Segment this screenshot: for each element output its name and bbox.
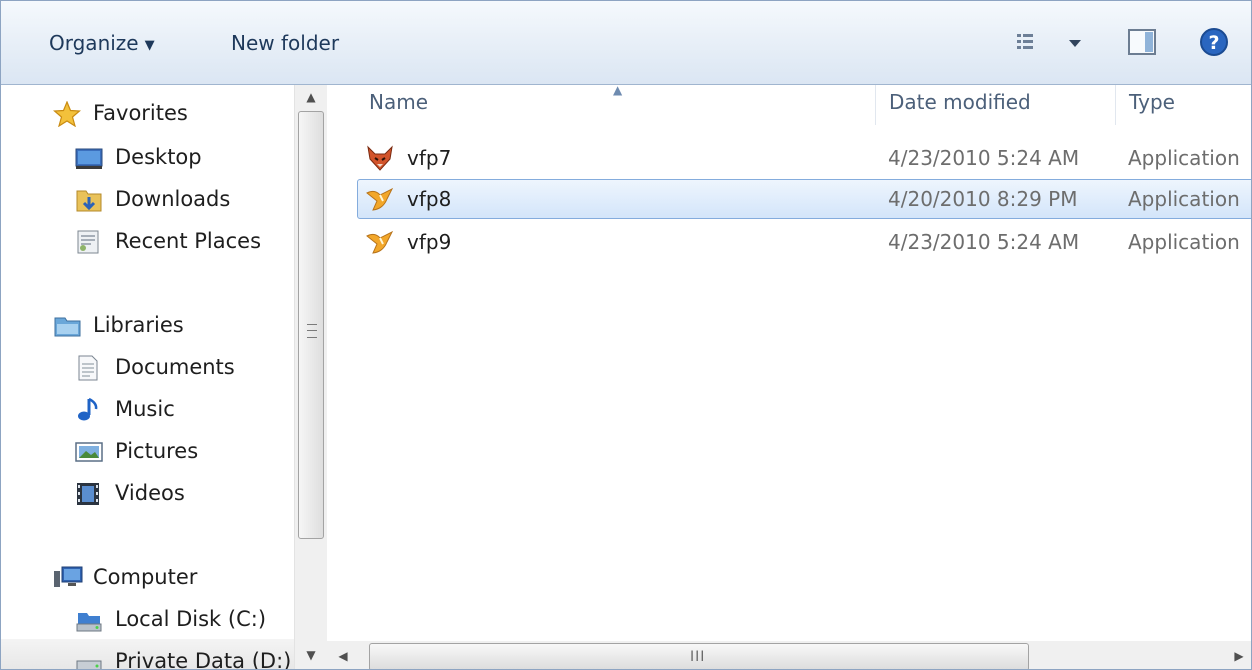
nav-item-label: Recent Places bbox=[115, 229, 262, 253]
documents-icon bbox=[75, 355, 101, 381]
recent-places-icon bbox=[75, 229, 101, 254]
desktop-icon bbox=[75, 145, 103, 169]
organize-label: Organize bbox=[49, 31, 139, 55]
file-type: Application bbox=[1128, 230, 1240, 254]
star-icon bbox=[52, 100, 82, 128]
new-folder-button[interactable]: New folder bbox=[231, 27, 339, 59]
help-icon[interactable]: ? bbox=[1197, 25, 1231, 59]
file-date: 4/20/2010 8:29 PM bbox=[888, 187, 1078, 211]
music-icon bbox=[75, 397, 101, 421]
nav-item-label: Local Disk (C:) bbox=[115, 607, 267, 631]
foxpro-app-icon bbox=[365, 144, 395, 172]
foxpro-app-icon bbox=[365, 185, 395, 213]
column-header-type[interactable]: Type bbox=[1129, 85, 1175, 127]
column-header-type-label: Type bbox=[1129, 90, 1175, 114]
navigation-scrollbar[interactable]: ▲ ▼ bbox=[294, 85, 327, 669]
file-date: 4/23/2010 5:24 AM bbox=[888, 146, 1080, 170]
file-list: Name ▲ Date modified Type vfp7 4/23/2010… bbox=[327, 83, 1251, 669]
nav-item-label: Desktop bbox=[115, 145, 202, 169]
file-date: 4/23/2010 5:24 AM bbox=[888, 230, 1080, 254]
nav-item-label: Downloads bbox=[115, 187, 231, 211]
column-separator[interactable] bbox=[1115, 85, 1116, 125]
preview-pane-icon[interactable] bbox=[1125, 25, 1159, 59]
dropdown-arrow-icon: ▼ bbox=[144, 38, 155, 53]
nav-favorites-label: Favorites bbox=[93, 101, 188, 125]
file-type: Application bbox=[1128, 187, 1240, 211]
file-name: vfp7 bbox=[407, 146, 452, 170]
computer-icon bbox=[53, 565, 83, 589]
pictures-icon bbox=[75, 439, 103, 463]
sort-ascending-icon: ▲ bbox=[613, 83, 623, 97]
nav-item-label: Pictures bbox=[115, 439, 199, 463]
nav-item-label: Documents bbox=[115, 355, 235, 379]
command-bar: Organize ▼ New folder ? bbox=[1, 1, 1251, 85]
downloads-folder-icon bbox=[75, 187, 102, 212]
nav-item-label: Music bbox=[115, 397, 175, 421]
organize-button[interactable]: Organize ▼ bbox=[49, 27, 155, 59]
scroll-left-arrow-icon[interactable]: ◀ bbox=[331, 641, 355, 669]
videos-icon bbox=[75, 481, 101, 505]
column-header-name-label: Name bbox=[369, 90, 429, 114]
scroll-right-arrow-icon[interactable]: ▶ bbox=[1227, 641, 1251, 669]
file-row-vfp7[interactable]: vfp7 4/23/2010 5:24 AM Application bbox=[357, 138, 1251, 178]
grip-icon: III bbox=[690, 649, 706, 665]
grip-icon bbox=[307, 324, 317, 338]
local-disk-icon bbox=[75, 607, 102, 632]
column-header-date-label: Date modified bbox=[889, 90, 1031, 114]
column-header-name[interactable]: Name bbox=[369, 85, 428, 127]
scroll-down-arrow-icon[interactable]: ▼ bbox=[295, 643, 327, 667]
nav-libraries-label: Libraries bbox=[93, 313, 184, 337]
selection-highlight bbox=[357, 179, 1251, 219]
column-separator[interactable] bbox=[875, 85, 876, 125]
foxpro-app-icon bbox=[365, 228, 395, 256]
svg-text:?: ? bbox=[1208, 32, 1219, 54]
nav-computer-label: Computer bbox=[93, 565, 198, 589]
view-dropdown-icon[interactable] bbox=[1063, 25, 1087, 59]
libraries-icon bbox=[53, 313, 81, 337]
drive-icon bbox=[75, 649, 102, 669]
file-type: Application bbox=[1128, 146, 1240, 170]
scrollbar-thumb[interactable]: III bbox=[369, 643, 1029, 669]
horizontal-scrollbar[interactable]: ◀ III ▶ bbox=[327, 641, 1251, 669]
navigation-pane: Favorites Desktop Downloads Recent Place… bbox=[1, 85, 294, 669]
file-name: vfp9 bbox=[407, 230, 452, 254]
file-dialog: Organize ▼ New folder ? Favorites Deskto… bbox=[0, 0, 1252, 670]
file-row-vfp8[interactable]: vfp8 4/20/2010 8:29 PM Application bbox=[357, 179, 1251, 219]
column-header-date-modified[interactable]: Date modified bbox=[889, 85, 1031, 127]
scroll-up-arrow-icon[interactable]: ▲ bbox=[295, 85, 327, 109]
file-name: vfp8 bbox=[407, 187, 452, 211]
scrollbar-thumb[interactable] bbox=[298, 111, 324, 539]
view-options-icon[interactable] bbox=[1013, 25, 1047, 59]
nav-item-label: Private Data (D:) bbox=[115, 649, 292, 670]
nav-item-label: Videos bbox=[115, 481, 185, 505]
file-row-vfp9[interactable]: vfp9 4/23/2010 5:24 AM Application bbox=[357, 222, 1251, 262]
